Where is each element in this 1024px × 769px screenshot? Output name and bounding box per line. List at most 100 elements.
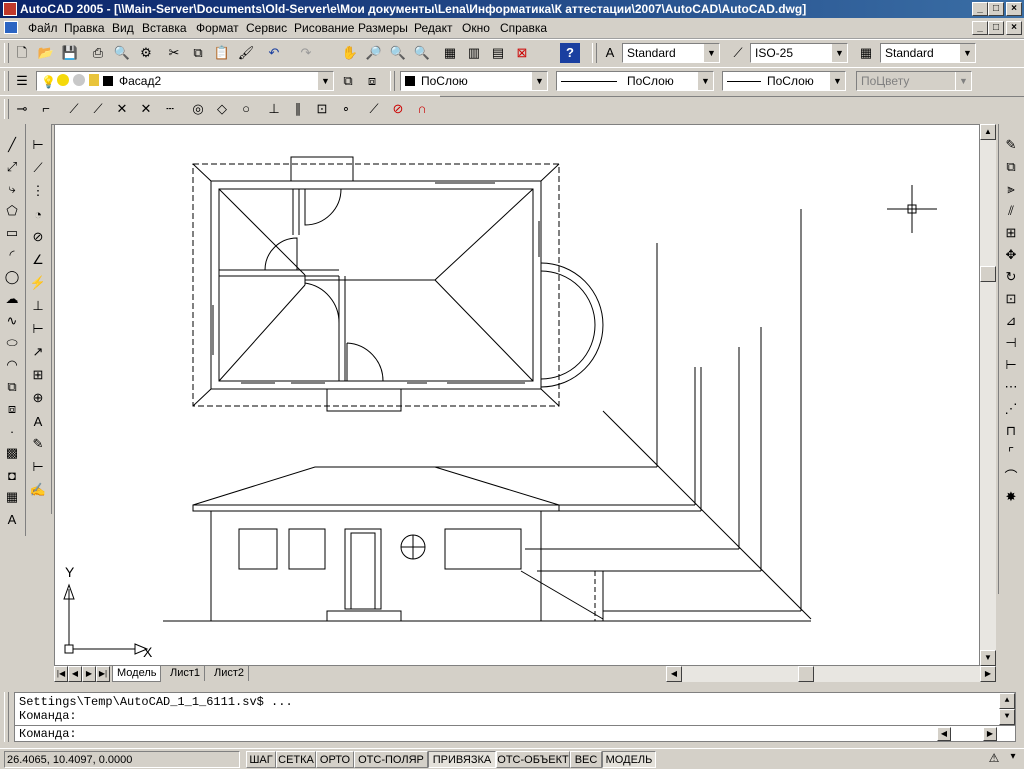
lightbulb-icon[interactable]: 💡 xyxy=(41,73,56,90)
vertical-scrollbar[interactable]: ▲ ▼ xyxy=(980,124,996,666)
snap-none-icon[interactable]: ⊘ xyxy=(388,99,408,119)
model-toggle[interactable]: МОДЕЛЬ xyxy=(602,751,656,768)
rotate-icon[interactable]: ↻ xyxy=(1000,266,1022,288)
break-point-icon[interactable]: ⋯ xyxy=(1000,376,1022,398)
toolbar-grip[interactable] xyxy=(4,43,9,63)
snap-toggle[interactable]: ШАГ xyxy=(246,751,276,768)
line-icon[interactable]: ╱ xyxy=(1,134,23,156)
dim-style-select[interactable]: ISO-25 ▼ xyxy=(750,43,848,63)
dim-text-edit-icon[interactable]: ✎ xyxy=(27,433,49,455)
coordinate-readout[interactable]: 26.4065, 10.4097, 0.0000 xyxy=(4,751,240,768)
undo-icon[interactable]: ↶ xyxy=(264,43,284,63)
join-icon[interactable]: ⊓ xyxy=(1000,420,1022,442)
lineweight-select[interactable]: ПоСлою ▼ xyxy=(722,71,846,91)
match-props-icon[interactable]: 🖌 xyxy=(236,43,256,63)
linetype-select[interactable]: ПоСлою ▼ xyxy=(556,71,714,91)
circle-icon[interactable]: ◯ xyxy=(1,266,23,288)
mtext-icon[interactable]: A xyxy=(1,508,23,530)
cmd-scroll-up-icon[interactable]: ▲ xyxy=(999,693,1015,709)
tab-next-icon[interactable]: ▶ xyxy=(82,666,96,682)
zoom-realtime-icon[interactable]: 🔎 xyxy=(364,43,384,63)
center-mark-icon[interactable]: ⊕ xyxy=(27,387,49,409)
close-button[interactable]: × xyxy=(1006,2,1022,16)
snap-node-icon[interactable]: ∘ xyxy=(336,99,356,119)
chevron-down-icon[interactable]: ▼ xyxy=(959,44,975,62)
chevron-down-icon[interactable]: ▼ xyxy=(829,72,845,90)
menu-insert[interactable]: Вставка xyxy=(142,21,187,35)
toolbar-grip[interactable] xyxy=(4,71,9,91)
snap-quadrant-icon[interactable]: ◇ xyxy=(212,99,232,119)
document-icon[interactable] xyxy=(4,21,18,34)
copy-icon[interactable]: ⧉ xyxy=(188,43,208,63)
cut-icon[interactable]: ✂ xyxy=(164,43,184,63)
extend-icon[interactable]: ⊢ xyxy=(1000,354,1022,376)
minimize-button[interactable]: _ xyxy=(972,2,988,16)
snap-from-icon[interactable]: ⌐ xyxy=(36,99,56,119)
menu-draw[interactable]: Рисование xyxy=(294,21,354,35)
scale-icon[interactable]: ⊡ xyxy=(1000,288,1022,310)
polyline-icon[interactable]: ⤷ xyxy=(1,178,23,200)
otrack-toggle[interactable]: ОТС-ОБЪЕКТ xyxy=(496,751,570,768)
open-icon[interactable]: 📂 xyxy=(36,43,56,63)
zoom-previous-icon[interactable]: 🔍 xyxy=(412,43,432,63)
cmd-scroll-left-icon[interactable]: ◀ xyxy=(937,727,951,741)
chevron-down-icon[interactable]: ▼ xyxy=(317,72,333,90)
chevron-down-icon[interactable]: ▼ xyxy=(697,72,713,90)
chevron-down-icon[interactable]: ▼ xyxy=(703,44,719,62)
tab-prev-icon[interactable]: ◀ xyxy=(68,666,82,682)
polar-toggle[interactable]: ОТС-ПОЛЯР xyxy=(354,751,428,768)
spline-icon[interactable]: ∿ xyxy=(1,310,23,332)
communication-center-icon[interactable]: ⚠ xyxy=(986,751,1002,767)
menu-view[interactable]: Вид xyxy=(112,21,134,35)
erase-icon[interactable]: ✎ xyxy=(1000,134,1022,156)
new-icon[interactable]: 🗋 xyxy=(12,43,32,63)
menu-tools[interactable]: Сервис xyxy=(246,21,287,35)
table-style-icon[interactable]: ▦ xyxy=(856,43,876,63)
redo-icon[interactable]: ↷ xyxy=(296,43,316,63)
rectangle-icon[interactable]: ▭ xyxy=(1,222,23,244)
horizontal-scroll-thumb[interactable] xyxy=(798,666,814,682)
make-layer-current-icon[interactable]: ⧉ xyxy=(338,71,358,91)
temp-track-icon[interactable]: ⊸ xyxy=(12,99,32,119)
autocad-app-icon[interactable] xyxy=(3,2,17,16)
tab-layout2[interactable]: Лист2 xyxy=(210,666,250,681)
leader-icon[interactable]: ↗ xyxy=(27,341,49,363)
continue-dim-icon[interactable]: ⊢ xyxy=(27,318,49,340)
trim-icon[interactable]: ⊣ xyxy=(1000,332,1022,354)
snap-parallel-icon[interactable]: ∥ xyxy=(288,99,308,119)
arc-icon[interactable]: ◜ xyxy=(1,244,23,266)
table-style-select[interactable]: Standard ▼ xyxy=(880,43,976,63)
table-icon[interactable]: ▦ xyxy=(1,486,23,508)
snap-insert-icon[interactable]: ⊡ xyxy=(312,99,332,119)
snap-nearest-icon[interactable]: ⟋ xyxy=(364,99,384,119)
aligned-dim-icon[interactable]: ⟋ xyxy=(27,157,49,179)
tolerance-icon[interactable]: ⊞ xyxy=(27,364,49,386)
publish-icon[interactable]: ⚙ xyxy=(136,43,156,63)
polygon-icon[interactable]: ⬠ xyxy=(1,200,23,222)
chamfer-icon[interactable]: ⌜ xyxy=(1000,442,1022,464)
scroll-down-icon[interactable]: ▼ xyxy=(980,650,996,666)
horizontal-scrollbar[interactable]: ◀ ▶ xyxy=(666,666,996,682)
tab-model[interactable]: Модель xyxy=(112,666,162,682)
scroll-left-icon[interactable]: ◀ xyxy=(666,666,682,682)
menu-file[interactable]: Файл xyxy=(28,21,58,35)
command-window[interactable]: Settings\Temp\AutoCAD_1_1_6111.sv$ ... К… xyxy=(14,692,1016,742)
doc-minimize-button[interactable]: _ xyxy=(972,21,988,35)
menu-window[interactable]: Окно xyxy=(462,21,490,35)
help-icon[interactable]: ? xyxy=(560,43,580,63)
save-icon[interactable]: 💾 xyxy=(60,43,80,63)
point-icon[interactable]: · xyxy=(1,420,23,442)
osnap-settings-icon[interactable]: ∩ xyxy=(412,99,432,119)
print-icon[interactable]: ⎙ xyxy=(88,43,108,63)
revcloud-icon[interactable]: ☁ xyxy=(1,288,23,310)
paste-icon[interactable]: 📋 xyxy=(212,43,232,63)
layer-manager-icon[interactable]: ☰ xyxy=(12,71,32,91)
toolbar-grip[interactable] xyxy=(592,43,597,63)
scroll-up-icon[interactable]: ▲ xyxy=(980,124,996,140)
snap-tangent-icon[interactable]: ○ xyxy=(236,99,256,119)
osnap-toggle[interactable]: ПРИВЯЗКА xyxy=(428,751,496,768)
vertical-scroll-thumb[interactable] xyxy=(980,266,996,282)
layer-previous-icon[interactable]: ⧈ xyxy=(362,71,382,91)
snap-extension-icon[interactable]: ┄ xyxy=(160,99,180,119)
hatch-icon[interactable]: ▩ xyxy=(1,442,23,464)
